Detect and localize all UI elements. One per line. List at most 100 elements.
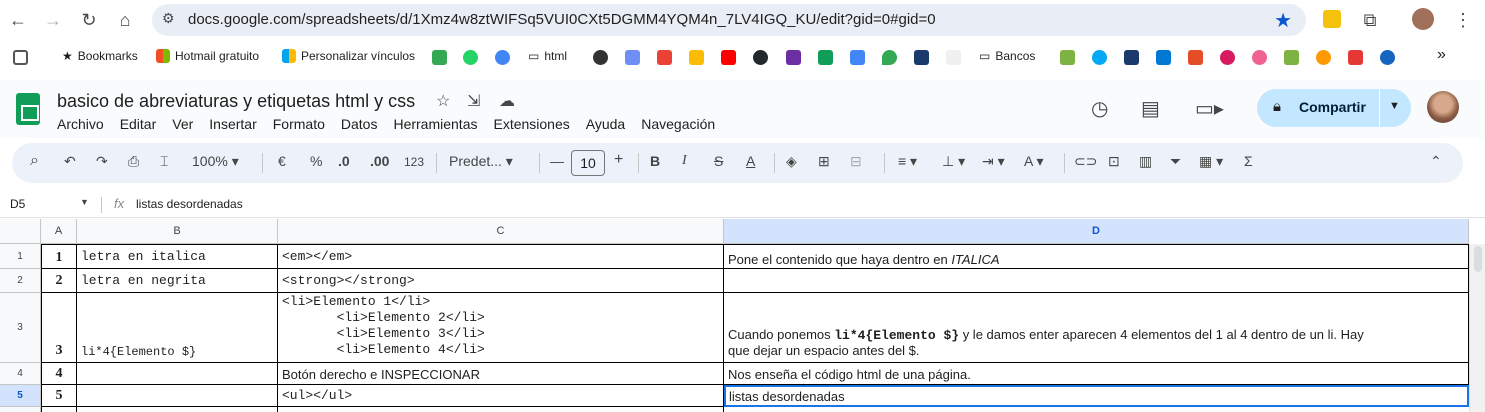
cell-b1[interactable]: letra en italica — [77, 244, 278, 269]
reload-icon[interactable]: ↻ — [77, 8, 101, 32]
forward-icon[interactable]: → — [41, 8, 65, 32]
percent-format-button[interactable]: % — [310, 153, 322, 169]
name-box-dropdown-icon[interactable]: ▼ — [80, 197, 89, 207]
currency-format-button[interactable]: € — [278, 153, 286, 169]
comments-icon[interactable]: ▤ — [1141, 96, 1160, 121]
row-header-5[interactable]: 5 — [0, 385, 41, 407]
bookmark-folder-html[interactable]: ▭ html — [528, 49, 567, 63]
bookmark-hotmail[interactable]: Hotmail gratuito — [156, 49, 259, 63]
user-avatar[interactable] — [1427, 91, 1459, 123]
share-dropdown-icon[interactable]: ▼ — [1389, 100, 1400, 112]
decrease-decimals-button[interactable]: .0 — [338, 153, 350, 169]
mail-icon[interactable] — [786, 50, 801, 65]
sheets-icon[interactable] — [818, 50, 833, 65]
menu-editar[interactable]: Editar — [120, 116, 157, 132]
merge-cells-icon[interactable]: ⊟ — [850, 153, 862, 170]
app-icon[interactable] — [946, 50, 961, 65]
chat-icon[interactable] — [432, 50, 447, 65]
scrollbar-thumb[interactable] — [1474, 246, 1482, 272]
cell-d5-selected[interactable]: listas desordenadas — [724, 385, 1469, 407]
cell-a3[interactable]: 3 — [41, 293, 77, 363]
cell-c1[interactable]: <em></em> — [278, 244, 724, 269]
decrease-font-size-icon[interactable]: — — [550, 153, 564, 169]
horizontal-align-icon[interactable]: ≡ ▾ — [898, 153, 917, 170]
address-bar[interactable]: ⚙ docs.google.com/spreadsheets/d/1Xmz4w8… — [152, 4, 1306, 36]
app-icon[interactable] — [1252, 50, 1267, 65]
cell-a5[interactable]: 5 — [41, 385, 77, 407]
home-icon[interactable]: ⌂ — [113, 8, 137, 32]
app-icon[interactable] — [1348, 50, 1363, 65]
maps-icon[interactable] — [882, 50, 897, 65]
cell-a4[interactable]: 4 — [41, 363, 77, 385]
o2-icon[interactable] — [1156, 50, 1171, 65]
column-header-c[interactable]: C — [278, 219, 724, 244]
menu-ver[interactable]: Ver — [172, 116, 193, 132]
cell-c3[interactable]: <li>Elemento 1</li> <li>Elemento 2</li> … — [278, 293, 724, 363]
strikethrough-button[interactable]: S — [714, 153, 723, 169]
cell-b4[interactable] — [77, 363, 278, 385]
row-header-6[interactable] — [0, 407, 41, 412]
zoom-select[interactable]: 100% ▾ — [192, 153, 239, 170]
insert-comment-icon[interactable]: ⊡ — [1108, 153, 1120, 170]
cell-a6[interactable] — [41, 407, 77, 412]
italic-button[interactable]: I — [682, 153, 687, 169]
search-menus-icon[interactable]: ⌕ — [30, 152, 39, 170]
meet-icon[interactable]: ▭▸ — [1195, 96, 1224, 121]
increase-decimals-button[interactable]: .00 — [370, 153, 389, 169]
openai-icon[interactable] — [593, 50, 608, 65]
profile-avatar-icon[interactable] — [1412, 8, 1434, 30]
menu-navegacion[interactable]: Navegación — [641, 116, 715, 132]
print-icon[interactable]: ⎙ — [128, 153, 139, 170]
number-format-button[interactable]: 123 — [404, 155, 424, 169]
calendar-icon[interactable] — [850, 50, 865, 65]
row-header-2[interactable]: 2 — [0, 269, 41, 293]
edge-icon[interactable] — [1092, 50, 1107, 65]
sheets-logo-icon[interactable] — [16, 93, 40, 125]
font-size-input[interactable]: 10 — [571, 150, 605, 176]
html5-icon[interactable] — [1188, 50, 1203, 65]
redo-icon[interactable]: ↷ — [96, 153, 108, 170]
browser-menu-icon[interactable]: ⋮ — [1451, 8, 1475, 32]
app-icon[interactable] — [1124, 50, 1139, 65]
functions-button[interactable]: Σ — [1244, 153, 1253, 169]
bookmark-folder-bancos[interactable]: ▭ Bancos — [979, 49, 1035, 63]
font-family-select[interactable]: Predet... ▾ — [449, 153, 513, 170]
site-info-icon[interactable]: ⚙ — [162, 10, 175, 27]
app-icon[interactable] — [1220, 50, 1235, 65]
cell-b3[interactable]: li*4{Elemento $} — [77, 293, 278, 363]
vertical-scrollbar[interactable] — [1469, 244, 1485, 412]
borders-icon[interactable]: ⊞ — [818, 153, 830, 170]
move-folder-icon[interactable]: ⇲ — [467, 91, 480, 111]
cell-a2[interactable]: 2 — [41, 269, 77, 293]
cell-a1[interactable]: 1 — [41, 244, 77, 269]
name-box[interactable]: D5 — [10, 197, 25, 211]
bold-button[interactable]: B — [650, 153, 660, 169]
cloud-status-icon[interactable]: ☁ — [499, 91, 515, 111]
column-header-a[interactable]: A — [41, 219, 77, 244]
whatsapp-icon[interactable] — [463, 50, 478, 65]
cell-c2[interactable]: <strong></strong> — [278, 269, 724, 293]
menu-ayuda[interactable]: Ayuda — [586, 116, 625, 132]
apps-grid-icon[interactable] — [13, 50, 28, 65]
bookmark-bookmarks[interactable]: ★ Bookmarks — [62, 49, 138, 63]
cell-d1[interactable]: Pone el contenido que haya dentro en ITA… — [724, 244, 1469, 269]
filter-icon[interactable]: ⏷ — [1170, 153, 1181, 170]
insert-chart-icon[interactable]: ▥ — [1139, 153, 1152, 170]
menu-archivo[interactable]: Archivo — [57, 116, 104, 132]
cell-b6[interactable] — [77, 407, 278, 412]
cell-c6[interactable] — [278, 407, 724, 412]
fill-color-icon[interactable]: ◈ — [786, 153, 797, 170]
star-icon[interactable]: ☆ — [436, 91, 450, 111]
drive-icon[interactable] — [689, 50, 704, 65]
gemini-icon[interactable] — [625, 50, 640, 65]
cell-d4[interactable]: Nos enseña el código html de una página. — [724, 363, 1469, 385]
menu-insertar[interactable]: Insertar — [209, 116, 256, 132]
cell-b5[interactable] — [77, 385, 278, 407]
app-icon[interactable] — [1060, 50, 1075, 65]
row-header-4[interactable]: 4 — [0, 363, 41, 385]
column-header-d[interactable]: D — [724, 219, 1469, 244]
undo-icon[interactable]: ↶ — [64, 153, 76, 170]
column-header-b[interactable]: B — [77, 219, 278, 244]
app-icon[interactable] — [914, 50, 929, 65]
vertical-align-icon[interactable]: ⊥ ▾ — [942, 153, 965, 170]
